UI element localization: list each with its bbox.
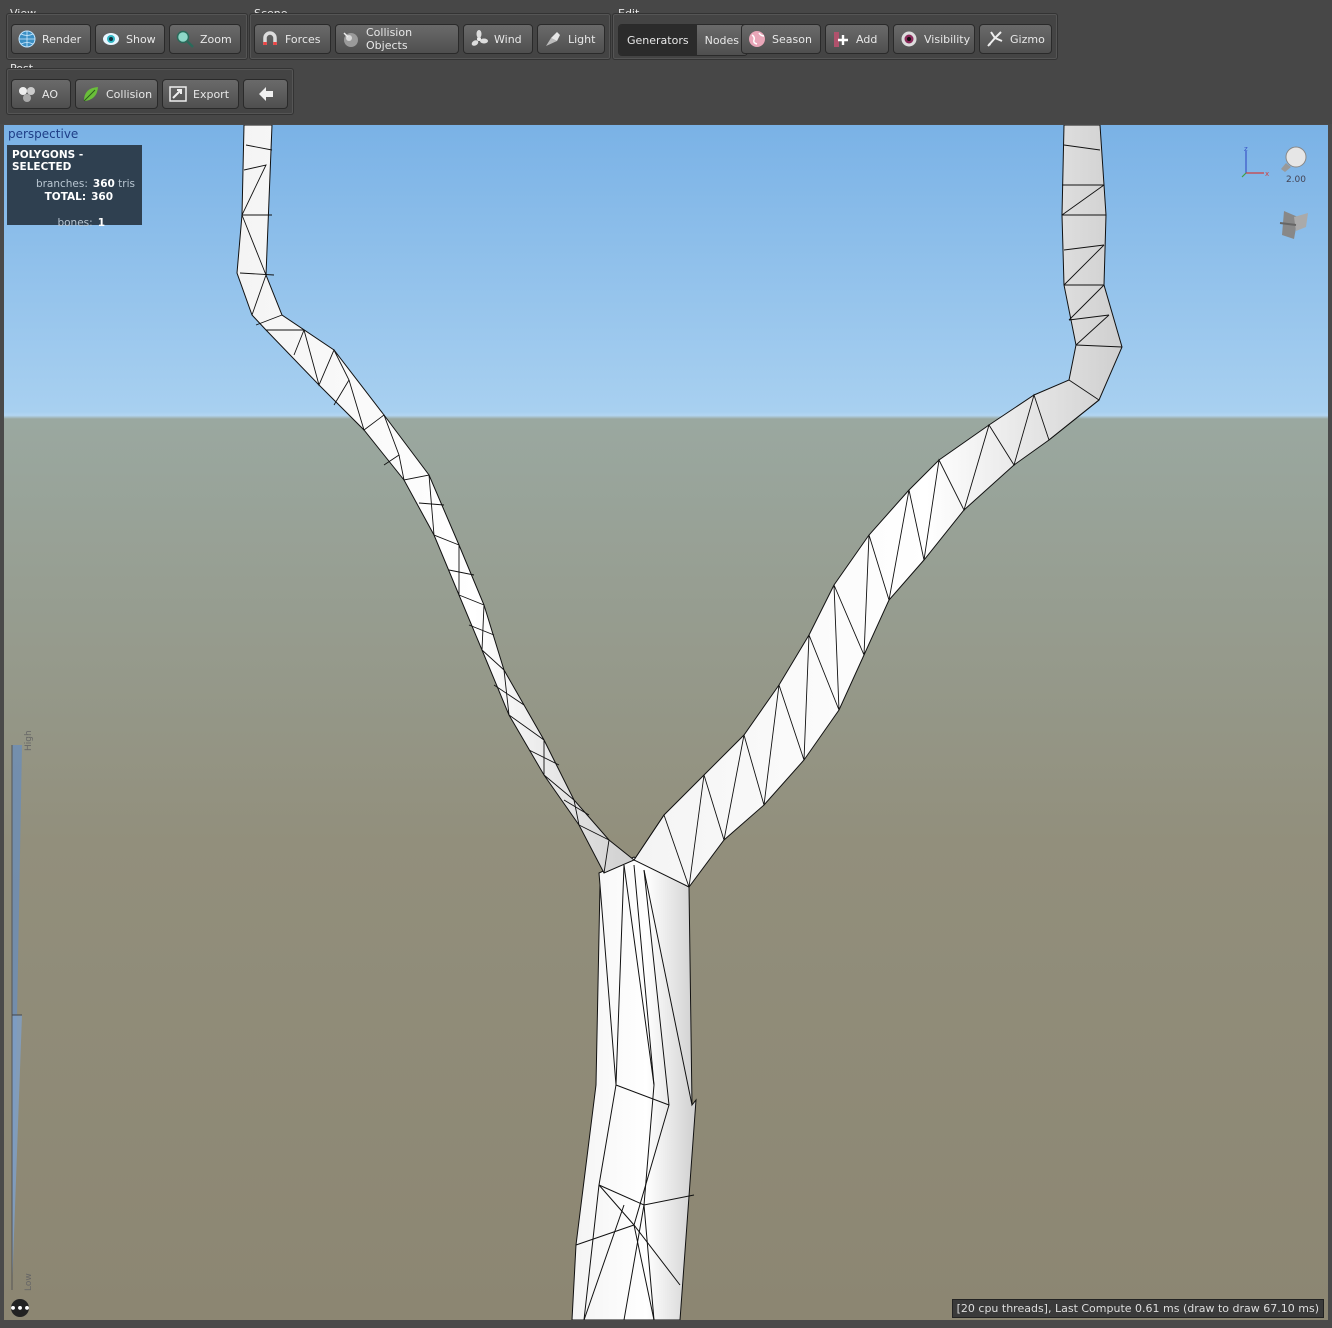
gizmo-icon bbox=[984, 28, 1006, 50]
lod-slider[interactable] bbox=[8, 745, 22, 1290]
ao-spheres-icon bbox=[16, 83, 38, 105]
toolbar: View Render Show Zoom Scene Forces Colli… bbox=[0, 0, 1332, 124]
compute-status: [20 cpu threads], Last Compute 0.61 ms (… bbox=[951, 1299, 1324, 1318]
viewport-mode-label[interactable]: perspective bbox=[8, 127, 78, 141]
camera-orbit-icon[interactable] bbox=[1274, 199, 1314, 249]
stats-header: POLYGONS - SELECTED bbox=[12, 149, 84, 173]
arrow-left-icon bbox=[255, 83, 277, 105]
tree-mesh bbox=[236, 125, 1123, 1320]
lod-low-label: Low bbox=[24, 1273, 34, 1291]
bones-value: 1 bbox=[97, 217, 105, 229]
sphere-icon bbox=[340, 28, 362, 50]
wind-button[interactable]: Wind bbox=[463, 24, 533, 54]
ao-button[interactable]: AO bbox=[11, 79, 71, 109]
gizmo-label: Gizmo bbox=[1010, 32, 1045, 46]
magnifier-icon bbox=[174, 28, 196, 50]
eye-icon bbox=[100, 28, 122, 50]
globe-icon bbox=[16, 28, 38, 50]
season-globe-icon bbox=[746, 28, 768, 50]
branches-unit: tris bbox=[118, 178, 135, 190]
forces-button[interactable]: Forces bbox=[254, 24, 331, 54]
visibility-label: Visibility bbox=[924, 32, 971, 46]
scene-group: Forces Collision Objects Wind Light bbox=[249, 13, 611, 60]
lod-high-label: High bbox=[24, 730, 34, 751]
stats-bones-row: bones: 1 bbox=[12, 217, 137, 230]
render-label: Render bbox=[42, 32, 82, 46]
add-button[interactable]: Add bbox=[825, 24, 889, 54]
export-button[interactable]: Export bbox=[162, 79, 239, 109]
forces-label: Forces bbox=[285, 32, 321, 46]
svg-text:z: z bbox=[1244, 145, 1248, 153]
collision-objects-button[interactable]: Collision Objects bbox=[335, 24, 459, 54]
export-icon bbox=[167, 83, 189, 105]
zoom-label: Zoom bbox=[200, 32, 232, 46]
more-options-icon[interactable]: ••• bbox=[9, 1299, 31, 1317]
nodes-tab[interactable]: Nodes bbox=[696, 25, 748, 55]
total-value: 360 bbox=[91, 191, 113, 203]
season-label: Season bbox=[772, 32, 812, 46]
bones-key: bones: bbox=[57, 217, 93, 229]
collision-button[interactable]: Collision bbox=[75, 79, 158, 109]
edit-group: Generators Nodes Season Add Visibility G… bbox=[612, 13, 1058, 60]
generators-nodes-toggle: Generators Nodes bbox=[618, 24, 749, 56]
total-key: TOTAL: bbox=[44, 191, 87, 203]
fan-icon bbox=[468, 28, 490, 50]
svg-text:x: x bbox=[1265, 170, 1269, 178]
spotlight-icon bbox=[542, 28, 564, 50]
render-button[interactable]: Render bbox=[11, 24, 91, 54]
add-label: Add bbox=[856, 32, 878, 46]
axis-gizmo-icon[interactable]: z x bbox=[1238, 145, 1270, 179]
light-intensity-value: 2.00 bbox=[1285, 175, 1306, 185]
magnet-icon bbox=[259, 28, 281, 50]
ao-label: AO bbox=[42, 87, 58, 101]
branches-value: 360 bbox=[92, 178, 115, 190]
wind-label: Wind bbox=[494, 32, 522, 46]
view-group: Render Show Zoom bbox=[6, 13, 248, 60]
polygon-stats-panel: POLYGONS - SELECTED branches: 360 tris T… bbox=[7, 145, 142, 229]
generators-tab[interactable]: Generators bbox=[619, 25, 697, 55]
light-label: Light bbox=[568, 32, 596, 46]
stats-branches-row: branches: 360 tris bbox=[12, 178, 137, 191]
back-button[interactable] bbox=[243, 79, 288, 109]
branches-key: branches: bbox=[35, 178, 88, 190]
3d-viewport[interactable]: perspective POLYGONS - SELECTED branches… bbox=[4, 125, 1328, 1320]
visibility-eye-icon bbox=[898, 28, 920, 50]
show-label: Show bbox=[126, 32, 156, 46]
leaf-icon bbox=[80, 83, 102, 105]
gizmo-button[interactable]: Gizmo bbox=[979, 24, 1052, 54]
visibility-button[interactable]: Visibility bbox=[893, 24, 975, 54]
collision-label: Collision bbox=[106, 87, 153, 101]
show-button[interactable]: Show bbox=[95, 24, 165, 54]
light-button[interactable]: Light bbox=[537, 24, 605, 54]
lod-slider-track bbox=[11, 745, 22, 1290]
zoom-button[interactable]: Zoom bbox=[169, 24, 241, 54]
stats-total-row: TOTAL: 360 bbox=[12, 191, 137, 204]
collision-objects-label: Collision Objects bbox=[366, 26, 413, 52]
export-label: Export bbox=[193, 87, 230, 101]
add-plus-icon bbox=[830, 28, 852, 50]
season-button[interactable]: Season bbox=[741, 24, 821, 54]
post-group: AO Collision Export bbox=[6, 68, 294, 115]
